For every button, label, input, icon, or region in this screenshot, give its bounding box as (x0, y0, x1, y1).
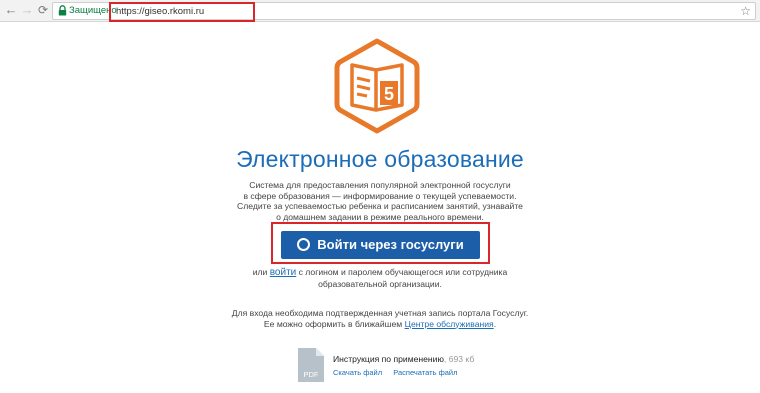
description-line: Следите за успеваемостью ребенка и распи… (237, 201, 523, 211)
reload-icon[interactable]: ⟳ (36, 3, 50, 17)
note-line2-suffix: . (493, 318, 497, 329)
description-line: о домашнем задании в режиме реального вр… (276, 211, 484, 222)
document-name: Инструкция по применению (333, 354, 444, 364)
alt-login-suffix: с логином и паролем обучающегося или сот… (298, 267, 508, 277)
gosuslugi-login-label: Войти через госуслуги (317, 237, 464, 252)
description-line: в сфере образования — информирование о т… (243, 190, 517, 201)
book-logo-icon: 5 (334, 38, 420, 134)
pdf-label: PDF (303, 370, 319, 379)
url-text[interactable]: https://giseo.rkomi.ru (116, 6, 204, 17)
note-line1: Для входа необходима подтвержденная учет… (231, 308, 529, 318)
note-line2-prefix: Ее можно оформить в ближайшем (263, 318, 403, 329)
logo-digit: 5 (384, 84, 394, 104)
document-size: , 693 кб (443, 354, 475, 364)
bookmark-star-icon[interactable]: ☆ (740, 3, 751, 19)
alt-login-line2: образовательной организации. (318, 278, 442, 289)
lock-icon (58, 5, 67, 16)
back-arrow-icon[interactable]: ← (4, 3, 18, 17)
login-link[interactable]: войти (270, 267, 297, 278)
document-links: Скачать файл Распечатать файл (333, 368, 466, 377)
alt-login-text: или войти с логином и паролем обучающего… (230, 267, 530, 289)
document-title: Инструкция по применению, 693 кб (333, 354, 474, 364)
gosuslugi-note: Для входа необходима подтвержденная учет… (230, 308, 530, 329)
alt-login-prefix: или (252, 267, 268, 277)
download-file-link[interactable]: Скачать файл (333, 368, 382, 377)
description-line: Система для предоставления популярной эл… (249, 180, 511, 190)
browser-toolbar: ← → ⟳ Защищено https://giseo.rkomi.ru ☆ (0, 0, 760, 22)
page-title: Электронное образование (236, 146, 524, 172)
gosuslugi-ring-icon (297, 238, 311, 251)
description: Система для предоставления популярной эл… (230, 180, 530, 222)
url-highlight-box: https://giseo.rkomi.ru (109, 2, 255, 22)
forward-arrow-icon[interactable]: → (20, 3, 34, 17)
service-center-link[interactable]: Центре обслуживания (405, 319, 494, 329)
print-file-link[interactable]: Распечатать файл (393, 368, 457, 377)
address-bar[interactable]: Защищено https://giseo.rkomi.ru ☆ (52, 2, 756, 22)
gosuslugi-login-button[interactable]: Войти через госуслуги (281, 231, 480, 259)
